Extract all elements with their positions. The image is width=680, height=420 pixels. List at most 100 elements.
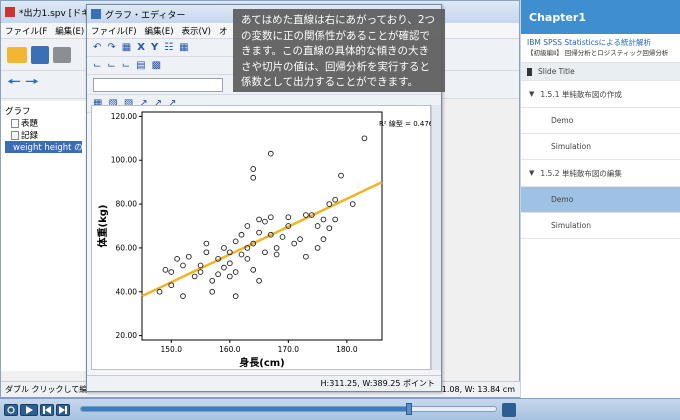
forward-arrow-icon[interactable]: 🠖: [25, 71, 39, 98]
data-point: [250, 266, 257, 273]
data-point: [291, 240, 298, 247]
data-point: [168, 269, 175, 275]
axis-layout-3-icon[interactable]: ⌙: [122, 60, 130, 71]
data-point: [226, 260, 233, 267]
viewer-title: *出力1.spv [ドキ: [19, 8, 91, 19]
y-axis-icon[interactable]: Y: [151, 42, 158, 53]
data-point: [256, 277, 262, 284]
print-icon[interactable]: [53, 46, 71, 63]
text-box-icon[interactable]: ▤: [136, 60, 145, 71]
x-tick-label: 180.0: [336, 345, 358, 354]
item-label: Demo: [551, 116, 574, 125]
legend-icon[interactable]: ▩: [152, 60, 161, 71]
data-point: [244, 256, 251, 262]
data-point: [180, 262, 186, 269]
data-point: [209, 288, 216, 295]
axis-layout-2-icon[interactable]: ⌙: [107, 60, 115, 71]
data-point: [303, 212, 309, 218]
course-subtitle: 【初級編Ⅱ】 回帰分析とロジスティック回帰分析: [527, 49, 669, 57]
y-axis-label: 体重(kg): [96, 205, 109, 248]
scale-icon[interactable]: ☷: [164, 42, 173, 53]
sidebar-item-simulation-2[interactable]: Simulation: [521, 213, 680, 239]
next-icon: [59, 405, 67, 414]
y-tick-label: 80.00: [116, 200, 138, 209]
properties-icon[interactable]: ▦: [122, 42, 131, 53]
data-point: [203, 240, 210, 247]
data-point: [273, 251, 280, 258]
data-point: [285, 214, 292, 221]
data-point: [238, 251, 245, 258]
editor-menu-file[interactable]: ファイル(F): [91, 25, 137, 37]
slide-title-row[interactable]: Slide Title: [521, 63, 680, 81]
editor-menu-edit[interactable]: 編集(E): [145, 25, 174, 37]
data-point: [256, 216, 262, 223]
chapter-header[interactable]: Chapter1: [521, 0, 680, 34]
y-tick-label: 60.00: [116, 243, 138, 252]
course-sidebar: Chapter1 IBM SPSS Statisticsによる統計解析 【初級編…: [520, 0, 680, 398]
expand-triangle-icon: ▼: [529, 90, 535, 98]
section-1-5-2[interactable]: ▼ 1.5.2 単純散布図の編集: [521, 160, 680, 187]
replay-icon: [7, 405, 15, 414]
data-point: [221, 264, 227, 271]
x-tick-label: 150.0: [161, 345, 183, 354]
data-point: [320, 236, 327, 243]
volume-icon[interactable]: [502, 403, 516, 417]
save-icon[interactable]: [31, 45, 49, 64]
sidebar-item-demo-2[interactable]: Demo: [521, 187, 680, 213]
data-point: [262, 249, 268, 256]
open-folder-icon[interactable]: [7, 46, 27, 63]
y-tick-label: 40.00: [116, 287, 138, 296]
x-tick-label: 160.0: [219, 345, 241, 354]
log-icon: [11, 130, 19, 140]
data-point: [303, 253, 309, 260]
sidebar-item-simulation-1[interactable]: Simulation: [521, 134, 680, 160]
viewer-menu-edit[interactable]: 編集(E): [55, 25, 84, 37]
outline-item-scatter[interactable]: weight height の散: [5, 141, 82, 153]
undo-icon[interactable]: ↶: [93, 42, 101, 53]
editor-menu-options[interactable]: オ: [219, 25, 228, 37]
play-button[interactable]: [20, 403, 38, 416]
next-button[interactable]: [56, 403, 70, 416]
data-point: [156, 288, 163, 295]
progress-handle[interactable]: [405, 403, 412, 415]
grid-icon[interactable]: ▦: [179, 42, 188, 53]
editor-menu-view[interactable]: 表示(V): [182, 25, 211, 37]
bookmark-icon: [527, 67, 532, 76]
outline-item-graph[interactable]: グラフ: [5, 105, 82, 117]
data-point: [191, 273, 198, 280]
previous-button[interactable]: [40, 403, 54, 416]
item-label: Demo: [551, 195, 574, 204]
item-label: Simulation: [551, 142, 591, 151]
x-axis-icon[interactable]: X: [137, 42, 145, 53]
chart-canvas[interactable]: 150.0 160.0 170.0 180.0 20.00 40.00 60.00 80.0…: [91, 105, 432, 370]
data-point: [314, 223, 321, 229]
x-tick-label: 170.0: [278, 345, 300, 354]
data-point: [226, 273, 233, 280]
sidebar-item-demo-1[interactable]: Demo: [521, 108, 680, 134]
play-icon: [26, 405, 33, 414]
data-point: [332, 216, 339, 223]
fit-line: [141, 181, 383, 298]
data-point: [361, 135, 368, 142]
element-select[interactable]: [93, 77, 223, 92]
outline-item-log[interactable]: 記録: [5, 129, 82, 141]
axis-layout-icon[interactable]: ⌙: [93, 60, 101, 71]
explanation-tooltip: あてはめた直線は右にあがっており、2つの変数に正の関係性があることが確認できます…: [233, 9, 445, 92]
editor-vertical-scrollbar[interactable]: [431, 105, 441, 370]
viewer-app-icon: [5, 7, 15, 17]
course-title: IBM SPSS Statisticsによる統計解析: [527, 38, 651, 47]
data-point: [349, 201, 356, 207]
viewer-menu-file[interactable]: ファイル(F: [5, 25, 47, 37]
redo-icon[interactable]: ↷: [107, 42, 115, 53]
expand-triangle-icon: ▼: [529, 169, 535, 177]
playback-progress-bar[interactable]: [80, 403, 497, 415]
back-arrow-icon[interactable]: 🠔: [7, 71, 21, 98]
outline-item-title[interactable]: 表題: [5, 117, 82, 129]
data-point: [185, 253, 192, 260]
course-info: IBM SPSS Statisticsによる統計解析 【初級編Ⅱ】 回帰分析とロ…: [521, 34, 680, 63]
app-stage: *出力1.spv [ドキ ファイル(F 編集(E) 表 🠔 🠖 グラフ 表題 記…: [0, 0, 680, 420]
section-1-5-1[interactable]: ▼ 1.5.1 単純散布図の作成: [521, 81, 680, 108]
replay-button[interactable]: [4, 403, 18, 416]
data-point: [209, 277, 216, 284]
viewer-status-text: ダブル クリックして編: [5, 385, 88, 394]
